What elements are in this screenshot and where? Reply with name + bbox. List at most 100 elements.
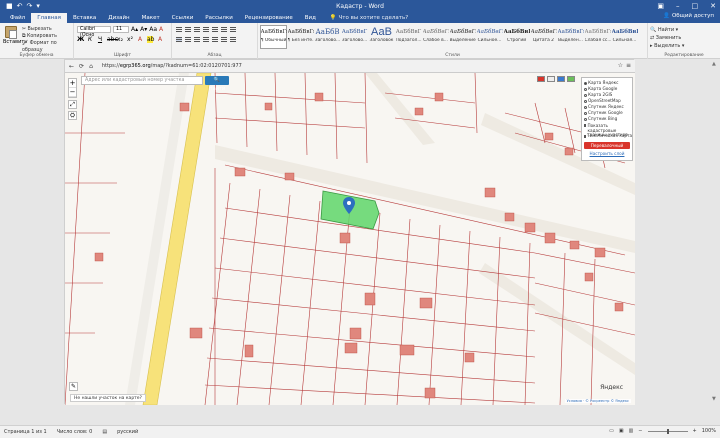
justify-icon[interactable] bbox=[203, 37, 209, 42]
page-count[interactable]: Страница 1 из 1 bbox=[4, 429, 47, 435]
italic-icon[interactable]: К bbox=[87, 36, 93, 43]
show-marks-icon[interactable] bbox=[230, 27, 236, 32]
maximize-icon[interactable]: □ bbox=[692, 2, 699, 10]
align-left-icon[interactable] bbox=[176, 37, 182, 42]
style-normal[interactable]: АаБбВвГг ¶ Обычный bbox=[260, 25, 287, 49]
align-center-icon[interactable] bbox=[185, 37, 191, 42]
align-right-icon[interactable] bbox=[194, 37, 200, 42]
vertical-scrollbar[interactable]: ▲ ▼ bbox=[710, 59, 720, 404]
tab-insert[interactable]: Вставка bbox=[67, 13, 102, 23]
style-quote[interactable]: АаБбВвГг Цитата 2 bbox=[530, 25, 557, 49]
style-subtle-reference[interactable]: АаБбВвГг Слабая сс... bbox=[584, 25, 611, 49]
tab-view[interactable]: Вид bbox=[299, 13, 322, 23]
fullscreen-icon[interactable]: ⤢ bbox=[68, 100, 77, 109]
style-subtitle[interactable]: АаБбВвГ Подзагол... bbox=[395, 25, 422, 49]
pencil-icon[interactable]: ✎ bbox=[69, 382, 78, 391]
zoom-slider[interactable] bbox=[647, 428, 688, 434]
bold-icon[interactable]: Ж bbox=[77, 36, 84, 43]
style-no-spacing[interactable]: АаБбВвГг ¶ Без инте... bbox=[287, 25, 314, 49]
zoom-in-icon[interactable]: + bbox=[693, 428, 697, 434]
menu-icon[interactable]: ≡ bbox=[626, 62, 631, 69]
multilevel-list-icon[interactable] bbox=[194, 27, 200, 32]
cadastral-bounds-check[interactable]: Показать кадастровые границы участков bbox=[584, 123, 630, 137]
web-layout-icon[interactable]: ▥ bbox=[629, 428, 634, 434]
numbering-icon[interactable] bbox=[185, 27, 191, 32]
home-icon[interactable]: ⌂ bbox=[89, 63, 93, 70]
format-painter-button[interactable]: 🖌 Формат по образцу bbox=[22, 40, 73, 54]
language-indicator[interactable]: русский bbox=[117, 429, 138, 435]
style-strong[interactable]: АаБбВвГг Строгий bbox=[503, 25, 530, 49]
zoom-out-icon[interactable]: − bbox=[638, 428, 642, 434]
paste-button[interactable]: Вставить bbox=[3, 26, 27, 45]
zoom-out-button[interactable]: − bbox=[69, 88, 76, 97]
close-icon[interactable]: ✕ bbox=[710, 2, 716, 10]
reload-icon[interactable]: ⟳ bbox=[79, 63, 84, 70]
style-intense-reference[interactable]: АаБбВвГг Сильная... bbox=[611, 25, 638, 49]
tab-review[interactable]: Рецензирование bbox=[239, 13, 299, 23]
bullets-icon[interactable] bbox=[176, 27, 182, 32]
scroll-up-icon[interactable]: ▲ bbox=[712, 61, 716, 67]
tab-references[interactable]: Ссылки bbox=[166, 13, 200, 23]
sort-icon[interactable] bbox=[221, 27, 227, 32]
configure-layer-link[interactable]: Настроить слой bbox=[584, 151, 630, 156]
tab-mailings[interactable]: Рассылки bbox=[199, 13, 239, 23]
text-effects-icon[interactable]: A bbox=[137, 36, 143, 43]
segment-button[interactable]: Перевалочный сегмент bbox=[584, 142, 630, 155]
thematic-map-check[interactable]: Тематическая карта bbox=[584, 133, 632, 139]
style-subtle-emphasis[interactable]: АаБбВвГг Слабое в... bbox=[422, 25, 449, 49]
case-icon[interactable]: Aa bbox=[149, 26, 157, 33]
style-intense-quote[interactable]: АаБбВвГг Выделен... bbox=[557, 25, 584, 49]
tab-layout[interactable]: Макет bbox=[136, 13, 166, 23]
clear-format-icon[interactable]: A bbox=[159, 26, 163, 33]
style-heading-2[interactable]: АаБбВвГ Заголово... bbox=[341, 25, 368, 49]
mode-icon-grey[interactable] bbox=[547, 76, 555, 82]
tab-design[interactable]: Дизайн bbox=[102, 13, 135, 23]
not-found-link[interactable]: Не нашли участок на карте? bbox=[70, 394, 146, 402]
copy-button[interactable]: ⧉ Копировать bbox=[22, 33, 73, 40]
style-emphasis[interactable]: АаБбВвГг Выделение bbox=[449, 25, 476, 49]
minimize-icon[interactable]: – bbox=[676, 2, 680, 10]
word-count[interactable]: Число слов: 0 bbox=[57, 429, 93, 435]
address-bar[interactable]: https://egrp365.org/map/?kadnum=61:02:01… bbox=[102, 63, 242, 69]
mode-icon-blue[interactable] bbox=[557, 76, 565, 82]
style-intense-emphasis[interactable]: АаБбВвГг Сильное... bbox=[476, 25, 503, 49]
shading-icon[interactable] bbox=[221, 37, 227, 42]
grow-font-icon[interactable]: A▴ bbox=[131, 26, 138, 33]
strikethrough-icon[interactable]: abc bbox=[107, 36, 118, 43]
find-parcel-button[interactable]: 🔍 Найти bbox=[205, 76, 229, 92]
decrease-indent-icon[interactable] bbox=[203, 27, 209, 32]
highlight-icon[interactable]: ab bbox=[147, 36, 155, 43]
style-title[interactable]: АаВ Заголовок bbox=[368, 25, 395, 49]
zoom-level[interactable]: 100% bbox=[702, 428, 716, 434]
cadastral-map[interactable]: + − ⤢ ⛭ Адрес или кадастровый номер учас… bbox=[65, 73, 635, 405]
borders-icon[interactable] bbox=[230, 37, 236, 42]
style-heading-1[interactable]: АаБбВ Заголово... bbox=[314, 25, 341, 49]
superscript-icon[interactable]: x² bbox=[127, 36, 133, 43]
line-spacing-icon[interactable] bbox=[212, 37, 218, 42]
zoom-in-button[interactable]: + bbox=[69, 79, 76, 88]
scroll-down-icon[interactable]: ▼ bbox=[712, 396, 716, 402]
map-attribution[interactable]: Условия · © Росреестр © Яндекс bbox=[564, 399, 631, 403]
share-button[interactable]: 👤 Общий доступ bbox=[663, 13, 714, 19]
ribbon-options-icon[interactable]: ▣ bbox=[657, 2, 664, 10]
mode-icon-green[interactable] bbox=[567, 76, 575, 82]
back-icon[interactable]: ← bbox=[69, 63, 74, 70]
underline-icon[interactable]: Ч bbox=[97, 36, 103, 43]
tell-me-box[interactable]: 💡 Что вы хотите сделать? bbox=[330, 13, 408, 23]
parcel-search-input[interactable]: Адрес или кадастровый номер участка bbox=[81, 76, 203, 85]
font-color-icon[interactable]: A bbox=[157, 36, 163, 43]
star-icon[interactable]: ☆ bbox=[618, 62, 623, 69]
shrink-font-icon[interactable]: A▾ bbox=[140, 26, 147, 33]
cut-button[interactable]: ✂ Вырезать bbox=[22, 26, 73, 33]
tab-file[interactable]: Файл bbox=[4, 13, 31, 23]
proofing-icon[interactable]: ▤ bbox=[102, 429, 107, 435]
print-layout-icon[interactable]: ▣ bbox=[619, 428, 624, 434]
font-size-select[interactable]: 11 bbox=[113, 26, 129, 33]
increase-indent-icon[interactable] bbox=[212, 27, 218, 32]
tab-home[interactable]: Главная bbox=[31, 13, 67, 23]
read-mode-icon[interactable]: ▭ bbox=[609, 428, 614, 434]
font-name-select[interactable]: Calibri (Осно bbox=[77, 26, 111, 38]
mode-icon-red[interactable] bbox=[537, 76, 545, 82]
ruler-icon[interactable]: ⛭ bbox=[68, 111, 77, 120]
layer-option-bing-sat[interactable]: Спутник Bing bbox=[584, 116, 630, 122]
